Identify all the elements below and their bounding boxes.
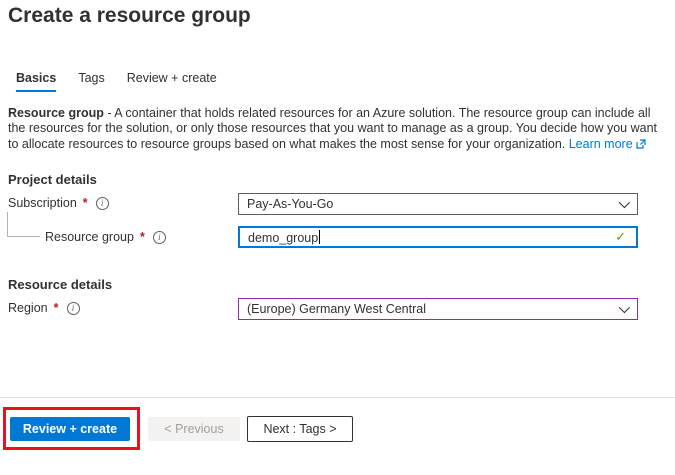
tab-bar: Basics Tags Review + create: [16, 71, 217, 92]
resource-details-heading: Resource details: [8, 277, 112, 292]
next-tags-button[interactable]: Next : Tags >: [247, 416, 353, 442]
description-lead: Resource group: [8, 106, 104, 120]
chevron-down-icon: [619, 197, 630, 208]
resource-group-value: demo_group: [248, 230, 615, 245]
previous-button[interactable]: < Previous: [148, 417, 240, 441]
required-asterisk: *: [83, 196, 88, 210]
info-icon[interactable]: i: [96, 197, 109, 210]
tab-tags[interactable]: Tags: [78, 71, 104, 92]
review-create-button[interactable]: Review + create: [10, 417, 130, 441]
external-link-icon[interactable]: [636, 138, 646, 153]
region-dropdown[interactable]: (Europe) Germany West Central: [238, 298, 638, 320]
region-label: Region*i: [8, 301, 80, 315]
subscription-value: Pay-As-You-Go: [247, 197, 619, 211]
info-icon[interactable]: i: [153, 231, 166, 244]
subscription-label: Subscription*i: [8, 196, 109, 210]
required-asterisk: *: [140, 230, 145, 244]
learn-more-link[interactable]: Learn more: [569, 137, 633, 151]
text-cursor: [319, 230, 320, 244]
resource-group-input[interactable]: demo_group ✓: [238, 226, 638, 248]
required-asterisk: *: [54, 301, 59, 315]
chevron-down-icon: [619, 302, 630, 313]
resource-group-label: Resource group*i: [45, 230, 166, 244]
create-resource-group-page: Create a resource group Basics Tags Revi…: [0, 0, 675, 475]
project-details-heading: Project details: [8, 172, 97, 187]
valid-check-icon: ✓: [615, 229, 626, 245]
tab-review-create[interactable]: Review + create: [127, 71, 217, 92]
hierarchy-connector-line: [7, 212, 40, 237]
description-body: - A container that holds related resourc…: [8, 106, 657, 151]
page-title: Create a resource group: [8, 4, 251, 28]
subscription-dropdown[interactable]: Pay-As-You-Go: [238, 193, 638, 215]
region-value: (Europe) Germany West Central: [247, 302, 619, 316]
info-icon[interactable]: i: [67, 302, 80, 315]
resource-group-description: Resource group - A container that holds …: [8, 106, 663, 153]
footer-divider: [0, 397, 675, 398]
tab-basics[interactable]: Basics: [16, 71, 56, 92]
